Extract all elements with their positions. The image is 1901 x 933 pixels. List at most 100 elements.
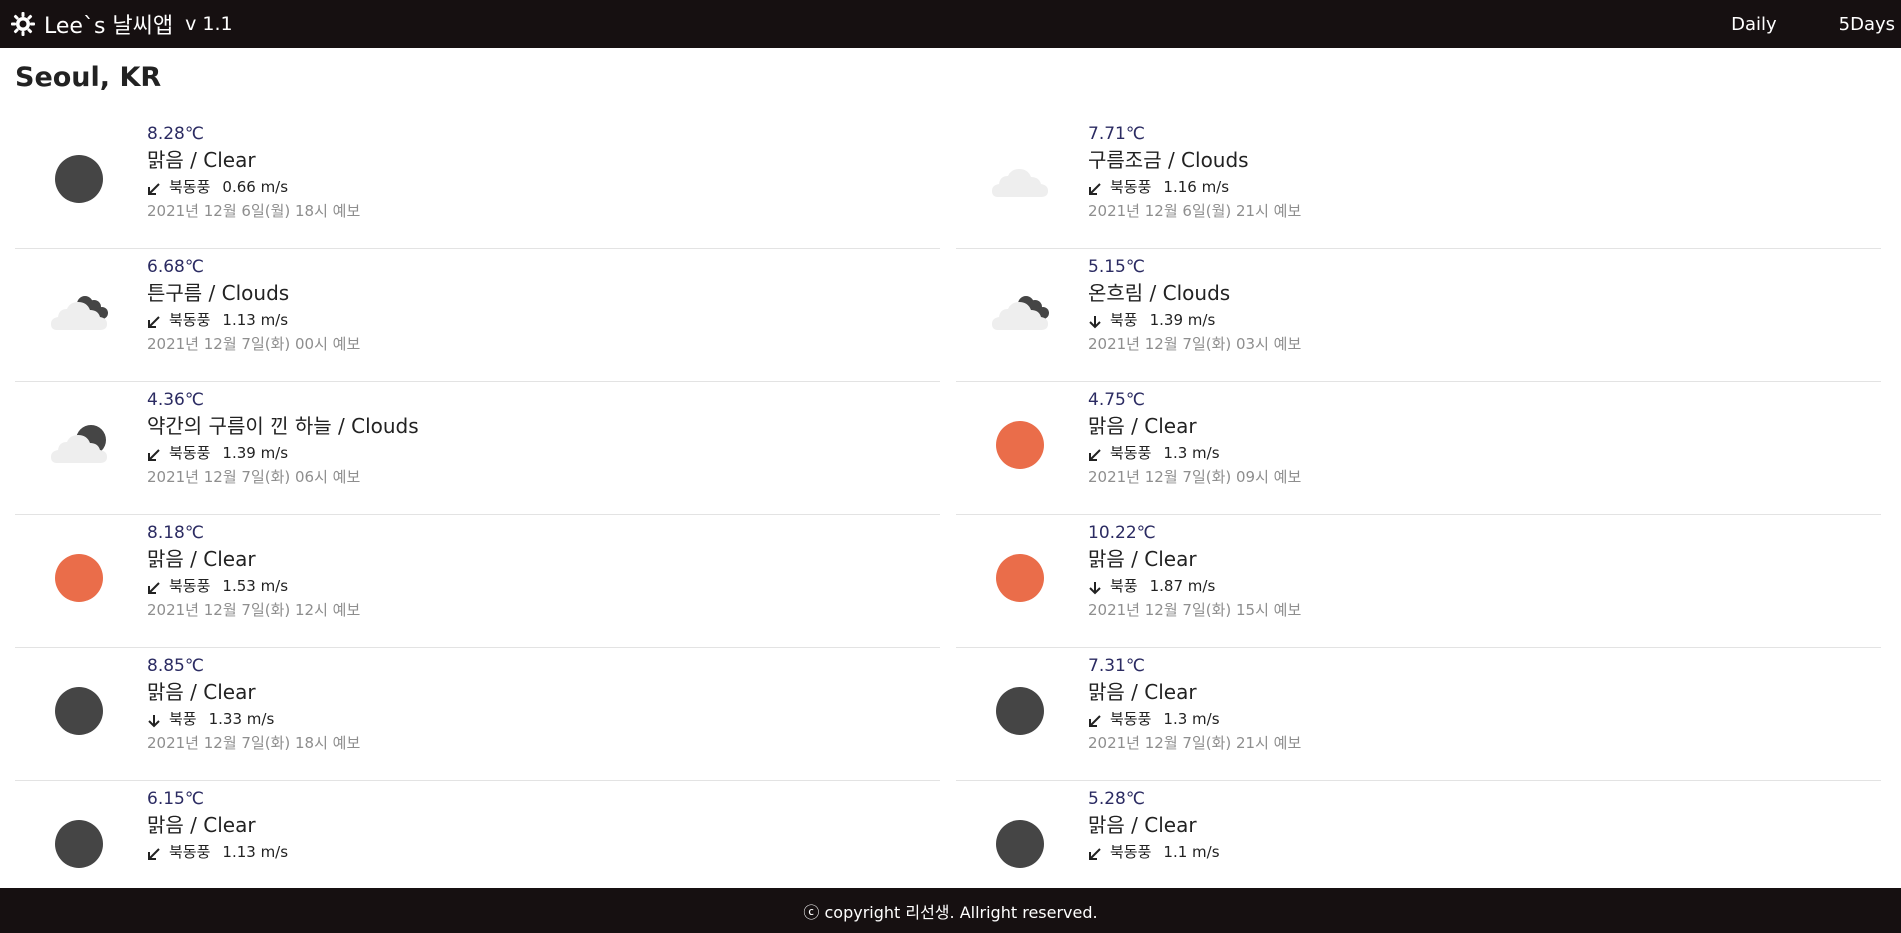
sun-icon <box>49 548 109 608</box>
nav-daily-link[interactable]: Daily <box>1725 14 1783 35</box>
wind-info: 북풍 1.39 m/s <box>1088 309 1301 331</box>
weather-description: 약간의 구름이 낀 하늘 / Clouds <box>147 414 419 438</box>
forecast-card: 8.18℃ 맑음 / Clear 북동풍 1.53 m/s 2021년 12월 7일(화… <box>15 515 940 648</box>
brand[interactable]: Lee`s 날씨앱 v 1.1 <box>10 0 233 48</box>
forecast-date: 2021년 12월 7일(화) 15시 예보 <box>1088 601 1302 619</box>
temperature: 6.15℃ <box>147 789 204 809</box>
wind-info: 북동풍 1.53 m/s <box>147 575 360 597</box>
forecast-date: 2021년 12월 7일(화) 03시 예보 <box>1088 335 1302 353</box>
forecast-date: 2021년 12월 7일(화) 12시 예보 <box>147 601 361 619</box>
temperature: 6.68℃ <box>147 257 204 277</box>
forecast-card: 10.22℃ 맑음 / Clear 북풍 1.87 m/s 2021년 12월 7일(화… <box>956 515 1881 648</box>
copyright-text: ⓒ copyright 리선생. Allright reserved. <box>803 902 1098 922</box>
arrow-southwest-icon <box>147 446 161 461</box>
wind-direction: 북동풍 <box>1110 444 1152 462</box>
forecast-card: 6.68℃ 튼구름 / Clouds 북동풍 1.13 m/s 2021년 12월 7일… <box>15 249 940 382</box>
top-navbar: Lee`s 날씨앱 v 1.1 Daily 5Days <box>0 0 1901 48</box>
forecast-card: 4.75℃ 맑음 / Clear 북동풍 1.3 m/s 2021년 12월 7일(화)… <box>956 382 1881 515</box>
wind-info: 북동풍 1.16 m/s <box>1088 176 1301 198</box>
wind-speed: 1.33 m/s <box>208 710 275 728</box>
wind-direction: 북풍 <box>1110 577 1138 595</box>
forecast-details: 10.22℃ 맑음 / Clear 북풍 1.87 m/s 2021년 12월 7일(화… <box>1088 522 1301 621</box>
forecast-date: 2021년 12월 6일(월) 21시 예보 <box>1088 202 1302 220</box>
weather-description: 튼구름 / Clouds <box>147 281 290 305</box>
wind-direction: 북동풍 <box>169 178 211 196</box>
nav-5days-link[interactable]: 5Days <box>1833 14 1901 35</box>
wind-speed: 1.1 m/s <box>1163 843 1220 861</box>
arrow-southwest-icon <box>147 845 161 860</box>
wind-info: 북풍 1.87 m/s <box>1088 575 1301 597</box>
moon-icon <box>990 814 1050 874</box>
forecast-date: 2021년 12월 7일(화) 06시 예보 <box>147 468 361 486</box>
wind-info: 북동풍 1.13 m/s <box>147 841 288 863</box>
forecast-details: 6.68℃ 튼구름 / Clouds 북동풍 1.13 m/s 2021년 12월 7일… <box>147 256 360 355</box>
wind-info: 북동풍 1.3 m/s <box>1088 708 1301 730</box>
moon-cloud-icon <box>49 415 109 475</box>
temperature: 5.15℃ <box>1088 257 1145 277</box>
footer: ⓒ copyright 리선생. Allright reserved. <box>0 888 1901 933</box>
wind-direction: 북동풍 <box>169 444 211 462</box>
forecast-details: 8.28℃ 맑음 / Clear 북동풍 0.66 m/s 2021년 12월 6일(월… <box>147 123 360 222</box>
arrow-southwest-icon <box>147 579 161 594</box>
wind-direction: 북동풍 <box>1110 843 1152 861</box>
weather-description: 맑음 / Clear <box>1088 547 1197 571</box>
weather-description: 온흐림 / Clouds <box>1088 281 1231 305</box>
temperature: 4.36℃ <box>147 390 204 410</box>
wind-speed: 1.39 m/s <box>1149 311 1216 329</box>
wind-speed: 0.66 m/s <box>222 178 289 196</box>
wind-speed: 1.3 m/s <box>1163 710 1220 728</box>
wind-direction: 북동풍 <box>169 843 211 861</box>
wind-speed: 1.3 m/s <box>1163 444 1220 462</box>
weather-description: 맑음 / Clear <box>1088 414 1197 438</box>
forecast-card: 7.71℃ 구름조금 / Clouds 북동풍 1.16 m/s 2021년 12월 6… <box>956 116 1881 249</box>
forecast-details: 8.18℃ 맑음 / Clear 북동풍 1.53 m/s 2021년 12월 7일(화… <box>147 522 360 621</box>
temperature: 5.28℃ <box>1088 789 1145 809</box>
city-title: Seoul, KR <box>15 62 162 93</box>
arrow-southwest-icon <box>1088 446 1102 461</box>
forecast-date: 2021년 12월 6일(월) 18시 예보 <box>147 202 361 220</box>
wind-info: 북동풍 1.13 m/s <box>147 309 360 331</box>
broken-clouds-icon <box>990 282 1050 342</box>
forecast-card: 7.31℃ 맑음 / Clear 북동풍 1.3 m/s 2021년 12월 7일(화)… <box>956 648 1881 781</box>
temperature: 10.22℃ <box>1088 523 1156 543</box>
forecast-card: 8.85℃ 맑음 / Clear 북풍 1.33 m/s 2021년 12월 7일(화)… <box>15 648 940 781</box>
wind-info: 북풍 1.33 m/s <box>147 708 360 730</box>
main-nav: Daily 5Days <box>1725 0 1901 48</box>
weather-description: 맑음 / Clear <box>147 813 256 837</box>
moon-icon <box>49 149 109 209</box>
forecast-details: 7.71℃ 구름조금 / Clouds 북동풍 1.16 m/s 2021년 12월 6… <box>1088 123 1301 222</box>
weather-description: 맑음 / Clear <box>147 148 256 172</box>
forecast-card: 5.15℃ 온흐림 / Clouds 북풍 1.39 m/s 2021년 12월 7일(… <box>956 249 1881 382</box>
moon-icon <box>49 681 109 741</box>
forecast-date: 2021년 12월 7일(화) 00시 예보 <box>147 335 361 353</box>
wind-info: 북동풍 0.66 m/s <box>147 176 360 198</box>
arrow-southwest-icon <box>1088 180 1102 195</box>
weather-description: 구름조금 / Clouds <box>1088 148 1249 172</box>
forecast-card: 4.36℃ 약간의 구름이 낀 하늘 / Clouds 북동풍 1.39 m/s 202… <box>15 382 940 515</box>
forecast-card: 6.15℃ 맑음 / Clear 북동풍 1.13 m/s <box>15 781 940 888</box>
wind-direction: 북동풍 <box>1110 178 1152 196</box>
forecast-details: 8.85℃ 맑음 / Clear 북풍 1.33 m/s 2021년 12월 7일(화)… <box>147 655 360 754</box>
forecast-date: 2021년 12월 7일(화) 18시 예보 <box>147 734 361 752</box>
forecast-card: 5.28℃ 맑음 / Clear 북동풍 1.1 m/s <box>956 781 1881 888</box>
temperature: 8.85℃ <box>147 656 204 676</box>
wind-direction: 북동풍 <box>1110 710 1152 728</box>
cloud-icon <box>990 149 1050 209</box>
temperature: 7.71℃ <box>1088 124 1145 144</box>
wind-info: 북동풍 1.3 m/s <box>1088 442 1301 464</box>
arrow-southwest-icon <box>147 313 161 328</box>
wind-speed: 1.87 m/s <box>1149 577 1216 595</box>
wind-direction: 북풍 <box>169 710 197 728</box>
temperature: 7.31℃ <box>1088 656 1145 676</box>
wind-direction: 북풍 <box>1110 311 1138 329</box>
weather-description: 맑음 / Clear <box>1088 813 1197 837</box>
wind-speed: 1.16 m/s <box>1163 178 1230 196</box>
moon-icon <box>49 814 109 874</box>
forecast-details: 5.15℃ 온흐림 / Clouds 북풍 1.39 m/s 2021년 12월 7일(… <box>1088 256 1301 355</box>
weather-description: 맑음 / Clear <box>1088 680 1197 704</box>
temperature: 8.28℃ <box>147 124 204 144</box>
weather-description: 맑음 / Clear <box>147 680 256 704</box>
sun-gear-icon <box>10 11 36 37</box>
wind-speed: 1.53 m/s <box>222 577 289 595</box>
app-title: Lee`s 날씨앱 <box>44 14 174 39</box>
